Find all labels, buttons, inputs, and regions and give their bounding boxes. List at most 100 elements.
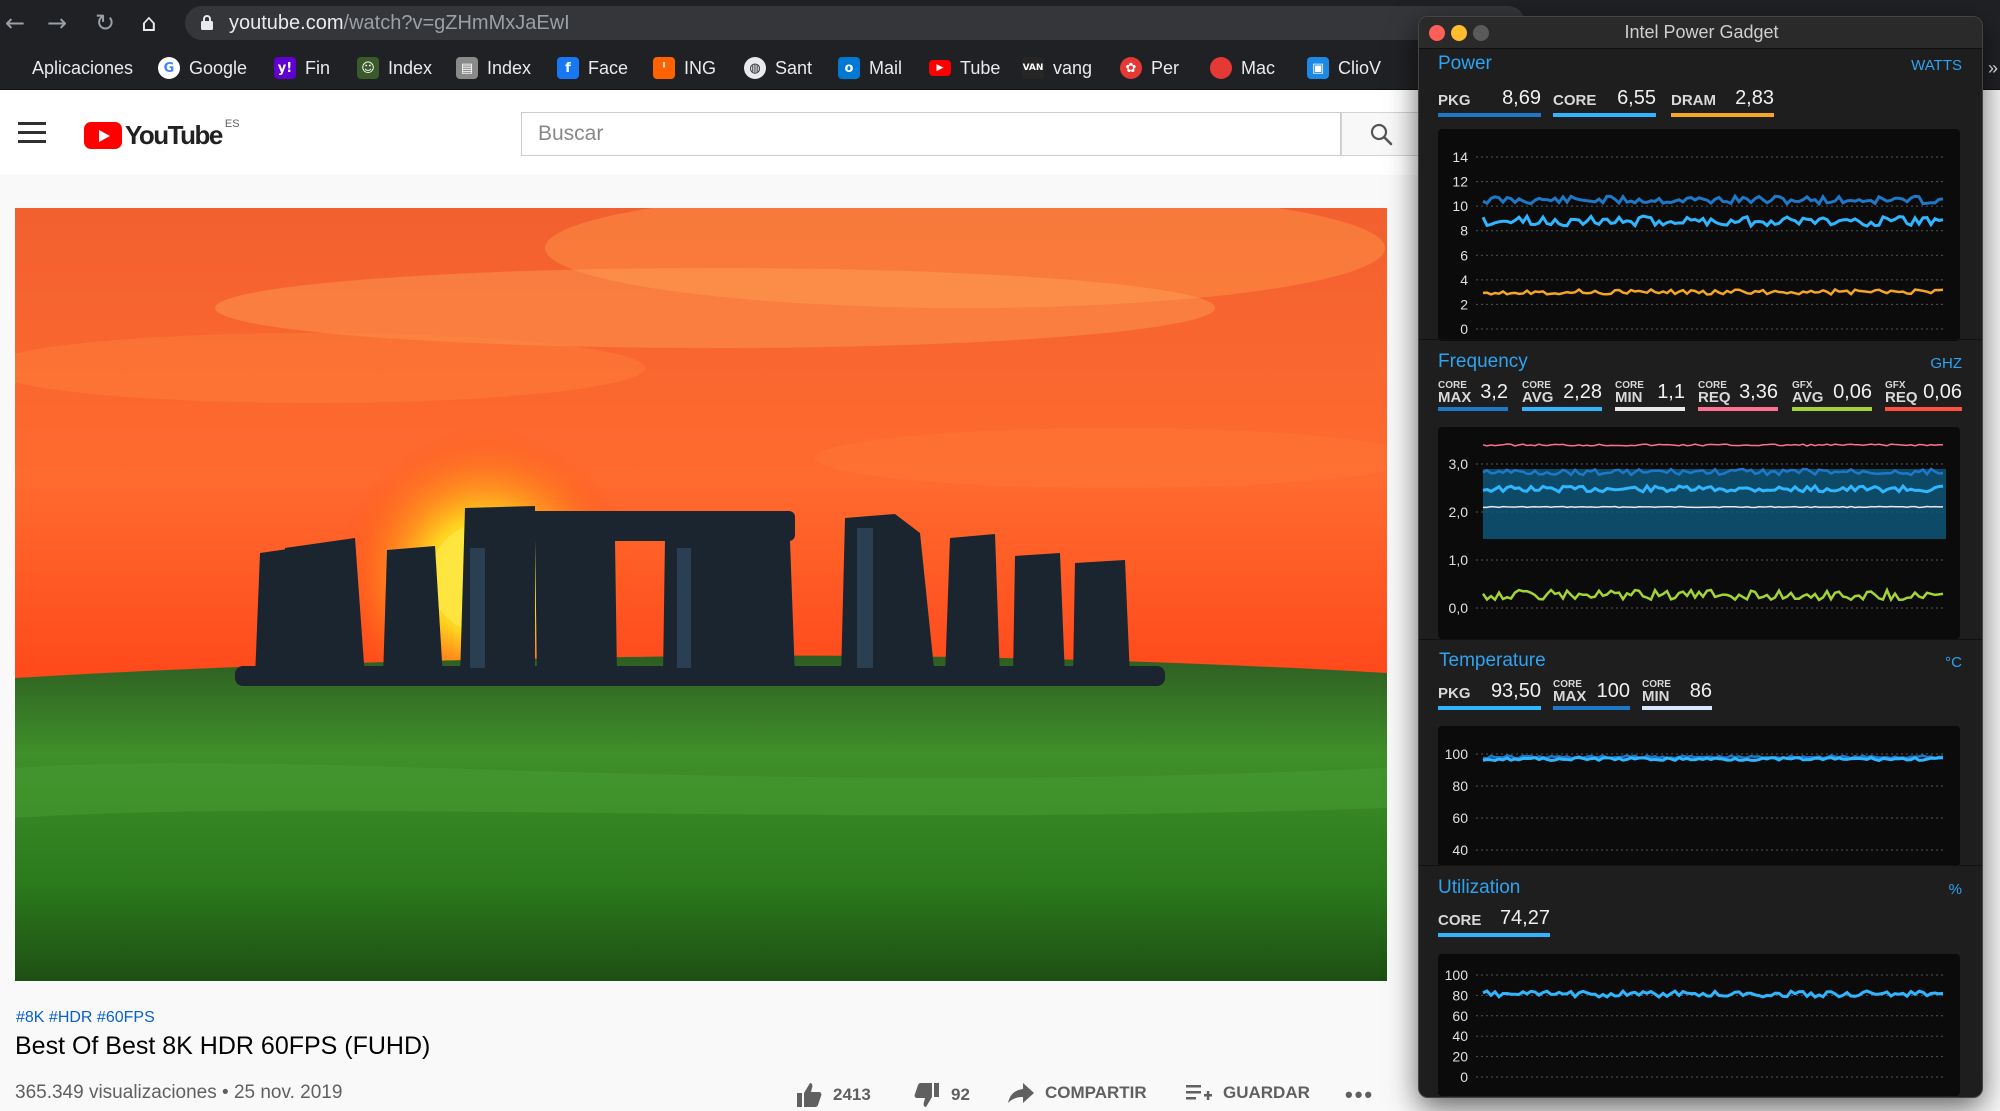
temp-pkg-metric: PKG 93,50 bbox=[1438, 674, 1541, 710]
video-title: Best Of Best 8K HDR 60FPS (FUHD) bbox=[15, 1032, 431, 1060]
utilization-chart: 100 80 60 40 20 0 bbox=[1445, 967, 1944, 1085]
share-label: COMPARTIR bbox=[1045, 1083, 1147, 1102]
thumbs-down-icon bbox=[914, 1083, 939, 1107]
bookmark-aplicaciones[interactable]: Aplicaciones bbox=[4, 56, 133, 80]
power-pkg-metric: PKG 8,69 bbox=[1438, 81, 1541, 117]
like-button[interactable]: 2413 bbox=[795, 1082, 871, 1108]
outlook-icon: o bbox=[838, 57, 860, 79]
more-bookmarks-icon[interactable]: » bbox=[1988, 56, 1998, 80]
axis-tick-label: 12 bbox=[1452, 174, 1468, 190]
search-icon bbox=[1370, 123, 1393, 146]
bookmark-label: Face bbox=[588, 57, 629, 78]
youtube-logo[interactable]: YouTube ES bbox=[84, 118, 240, 151]
bookmark-mail[interactable]: o Mail bbox=[838, 56, 902, 80]
metric-label: CORE MIN bbox=[1642, 679, 1671, 705]
dislike-button[interactable]: 92 bbox=[913, 1082, 970, 1108]
bookmark-label: Per bbox=[1151, 57, 1180, 78]
reload-icon[interactable]: ↻ bbox=[90, 8, 120, 38]
vanguard-icon: VAN bbox=[1022, 57, 1044, 79]
more-actions-icon[interactable]: ••• bbox=[1345, 1082, 1374, 1108]
temperature-graph: 100 80 60 40 bbox=[1438, 726, 1960, 866]
axis-tick-label: 100 bbox=[1445, 967, 1469, 983]
bookmark-label: ING bbox=[684, 57, 717, 78]
axis-tick-label: 4 bbox=[1460, 272, 1468, 288]
like-count: 2413 bbox=[833, 1085, 871, 1104]
bookmark-per[interactable]: ✿ Per bbox=[1120, 56, 1179, 80]
bookmark-mac[interactable]: Mac bbox=[1210, 56, 1275, 80]
bookmark-cliov[interactable]: ▣ ClioV bbox=[1307, 56, 1381, 80]
search-input[interactable] bbox=[522, 113, 1340, 155]
bookmark-face[interactable]: f Face bbox=[557, 56, 628, 80]
frequency-section: Frequency GHZ CORE MAX 3,2 CORE AVG 2,28 C… bbox=[1419, 351, 1982, 647]
temperature-unit: °C bbox=[1945, 654, 1962, 671]
back-icon[interactable]: ← bbox=[0, 8, 30, 38]
axis-tick-label: 100 bbox=[1445, 746, 1469, 762]
axis-tick-label: 1,0 bbox=[1449, 552, 1469, 568]
hashtags[interactable]: #8K #HDR #60FPS bbox=[16, 1009, 155, 1027]
save-label: GUARDAR bbox=[1223, 1083, 1310, 1102]
bookmark-label: Mac bbox=[1241, 57, 1276, 78]
bookmark-label: Sant bbox=[775, 57, 813, 78]
share-button[interactable]: COMPARTIR bbox=[1007, 1082, 1147, 1104]
metric-value: 8,69 bbox=[1502, 87, 1541, 109]
bookmark-index-1[interactable]: ☺ Index bbox=[357, 56, 432, 80]
bookmark-label: Tube bbox=[960, 57, 1001, 78]
metric-label: CORE bbox=[1438, 912, 1482, 929]
url-text: youtube.com/watch?v=gZHmMxJaEwI bbox=[229, 12, 570, 34]
metric-label: CORE MAX bbox=[1553, 679, 1587, 705]
metric-value: 86 bbox=[1689, 680, 1712, 702]
bookmark-fin[interactable]: y! Fin bbox=[274, 56, 330, 80]
utilization-graph: 100 80 60 40 20 0 bbox=[1438, 954, 1960, 1096]
video-player[interactable] bbox=[15, 208, 1387, 981]
hamburger-menu-icon[interactable] bbox=[18, 122, 46, 144]
metric-value: 100 bbox=[1596, 680, 1630, 702]
axis-tick-label: 60 bbox=[1452, 810, 1468, 826]
metric-value: 3,36 bbox=[1739, 381, 1778, 403]
bookmark-vang[interactable]: VAN vang bbox=[1022, 56, 1092, 80]
metric-label: CORE REQ bbox=[1698, 380, 1731, 406]
metric-value: 0,06 bbox=[1923, 381, 1962, 403]
power-core-metric: CORE 6,55 bbox=[1553, 81, 1656, 117]
axis-tick-label: 80 bbox=[1452, 778, 1468, 794]
video-meta: 365.349 visualizaciones • 25 nov. 2019 bbox=[15, 1082, 343, 1103]
metric-value: 93,50 bbox=[1490, 680, 1541, 702]
metric-value: 2,83 bbox=[1735, 87, 1774, 109]
temperature-title: Temperature bbox=[1439, 650, 1546, 671]
freq-gfx-avg-metric: GFX AVG 0,06 bbox=[1792, 375, 1872, 411]
freq-core-max-metric: CORE MAX 3,2 bbox=[1438, 375, 1508, 411]
pkg-power-series bbox=[1482, 193, 1944, 207]
facebook-icon: f bbox=[557, 57, 579, 79]
address-bar[interactable]: youtube.com/watch?v=gZHmMxJaEwI bbox=[185, 6, 1525, 40]
axis-tick-label: 40 bbox=[1452, 842, 1468, 858]
bookmark-ing[interactable]: ᴵ ING bbox=[653, 56, 716, 80]
bookmark-tube[interactable]: ▶ Tube bbox=[929, 56, 1000, 80]
bookmark-label: Aplicaciones bbox=[32, 57, 134, 78]
lock-icon bbox=[201, 15, 213, 30]
playlist-add-icon bbox=[1186, 1085, 1212, 1100]
bookmark-label: Fin bbox=[305, 57, 331, 78]
axis-tick-label: 2 bbox=[1460, 296, 1468, 312]
bookmark-index-2[interactable]: ▤ Index bbox=[456, 56, 531, 80]
bookmark-google[interactable]: G Google bbox=[158, 56, 247, 80]
freq-core-req-metric: CORE REQ 3,36 bbox=[1698, 375, 1778, 411]
metric-value: 6,55 bbox=[1617, 87, 1656, 109]
core-req-series bbox=[1482, 443, 1944, 447]
ing-icon: ᴵ bbox=[653, 57, 675, 79]
metric-value: 74,27 bbox=[1499, 907, 1550, 929]
youtube-play-icon bbox=[84, 122, 122, 149]
axis-tick-label: 8 bbox=[1460, 223, 1468, 239]
home-icon[interactable]: ⌂ bbox=[134, 8, 164, 38]
util-core-metric: CORE 74,27 bbox=[1438, 901, 1550, 937]
forward-icon[interactable]: → bbox=[42, 8, 72, 38]
save-button[interactable]: GUARDAR bbox=[1185, 1082, 1310, 1104]
freq-range-band bbox=[1483, 469, 1946, 539]
power-chart: 14 12 10 8 6 4 2 0 bbox=[1452, 149, 1944, 337]
dram-power-series bbox=[1482, 287, 1944, 297]
power-title: Power bbox=[1438, 53, 1492, 74]
bookmark-sant[interactable]: ◍ Sant bbox=[744, 56, 812, 80]
power-section: Power WATTS PKG 8,69 CORE 6,55 DRAM 2,83… bbox=[1419, 53, 1982, 349]
frequency-unit: GHZ bbox=[1930, 355, 1962, 372]
power-dram-metric: DRAM 2,83 bbox=[1671, 81, 1774, 117]
search-button[interactable] bbox=[1341, 112, 1421, 156]
metric-label: CORE AVG bbox=[1522, 380, 1554, 406]
